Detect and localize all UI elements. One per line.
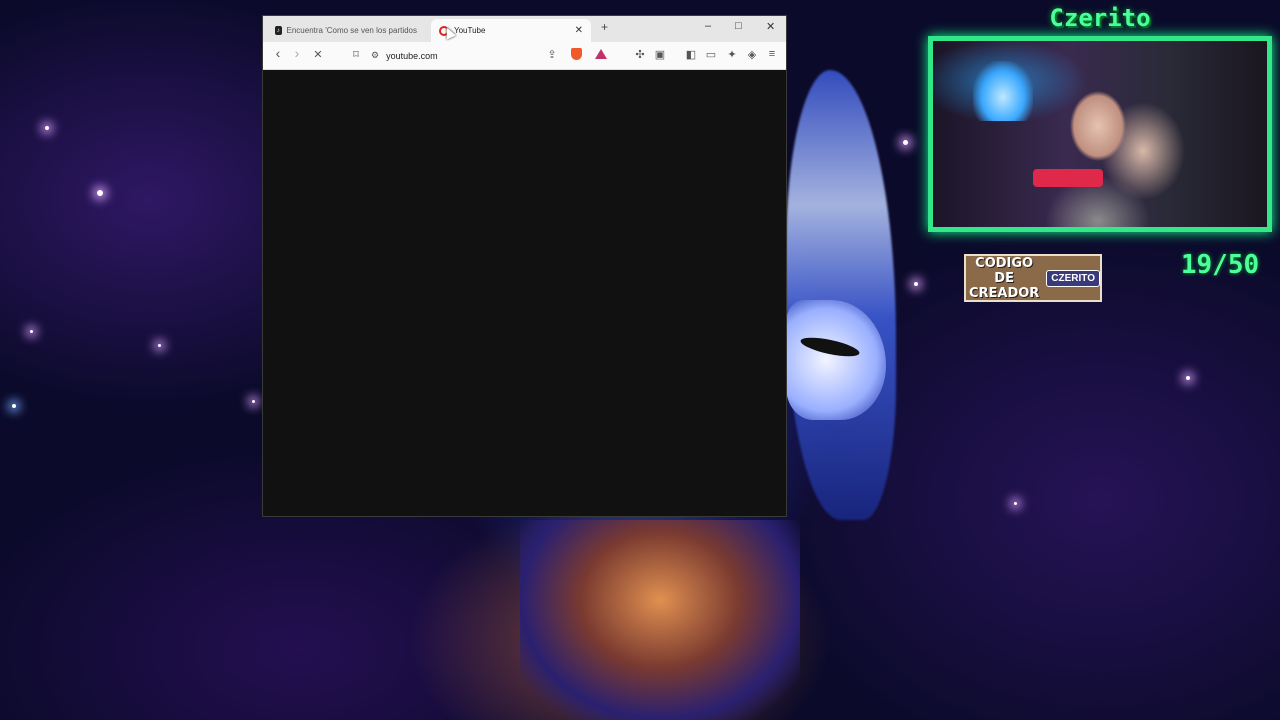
tiktok-icon: ♪ (275, 26, 282, 35)
microphone-icon (1033, 169, 1103, 187)
background-star (1186, 376, 1190, 380)
background-star (903, 140, 908, 145)
site-settings-icon[interactable]: ⚙ (371, 50, 379, 61)
tab-grid-icon[interactable]: ▣ (653, 48, 667, 61)
streamer-name: Czerito (1049, 4, 1151, 32)
forward-button[interactable]: › (290, 45, 304, 61)
background-star (30, 330, 33, 333)
background-star (914, 282, 918, 286)
goal-counter: 19/50 (1180, 250, 1260, 280)
background-star (97, 190, 103, 196)
leo-ai-icon[interactable]: ✦ (725, 48, 739, 61)
creator-code-label: CODIGO DE CREADOR (968, 255, 1040, 301)
wallpaper-character-body (520, 520, 800, 720)
new-tab-button[interactable]: + (601, 20, 608, 34)
wallpaper-character (786, 70, 896, 520)
creator-code-name: CZERITO (1046, 269, 1100, 287)
tab-youtube[interactable]: YouTube ✕ (431, 19, 591, 42)
tab-title: Encuentra 'Como se ven los partidos (286, 26, 417, 35)
sidebar-icon[interactable]: ◧ (684, 48, 698, 61)
wallet-icon[interactable]: ▭ (704, 48, 718, 61)
minimize-button[interactable]: – (705, 20, 711, 32)
bookmark-icon[interactable]: ⌑ (349, 48, 363, 61)
menu-icon[interactable]: ≡ (765, 48, 779, 60)
background-star (12, 404, 16, 408)
close-tab-icon[interactable]: ✕ (575, 25, 583, 36)
browser-window: ♪ Encuentra 'Como se ven los partidos Yo… (262, 15, 787, 517)
brave-rewards-icon[interactable] (595, 49, 607, 59)
webcam-fire-decor (973, 61, 1033, 121)
background-star (45, 126, 49, 130)
browser-toolbar: ‹ › ✕ ⌑ ⚙ youtube.com ⇪ ✣ ▣ ◧ ▭ ✦ ◈ ≡ (263, 42, 786, 70)
tab-title: YouTube (454, 26, 486, 35)
browser-titlebar: ♪ Encuentra 'Como se ven los partidos Yo… (263, 16, 786, 42)
background-star (1014, 502, 1017, 505)
maximize-button[interactable]: □ (735, 20, 742, 32)
address-bar[interactable]: ⚙ youtube.com (371, 46, 561, 65)
back-button[interactable]: ‹ (271, 45, 285, 61)
url-text: youtube.com (386, 50, 438, 61)
tab-tiktok[interactable]: ♪ Encuentra 'Como se ven los partidos (267, 19, 425, 42)
creator-code-badge: CODIGO DE CREADOR CZERITO (964, 254, 1102, 302)
webcam-streamer (1043, 81, 1153, 227)
background-star (158, 344, 161, 347)
close-window-button[interactable]: ✕ (766, 20, 775, 33)
share-icon[interactable]: ⇪ (545, 48, 559, 61)
page-content[interactable] (263, 70, 786, 516)
brave-shields-icon[interactable] (571, 48, 582, 60)
webcam-frame (928, 36, 1272, 232)
background-star (252, 400, 255, 403)
extensions-icon[interactable]: ✣ (633, 48, 647, 61)
vpn-icon[interactable]: ◈ (745, 48, 759, 61)
stop-loading-button[interactable]: ✕ (311, 48, 325, 61)
